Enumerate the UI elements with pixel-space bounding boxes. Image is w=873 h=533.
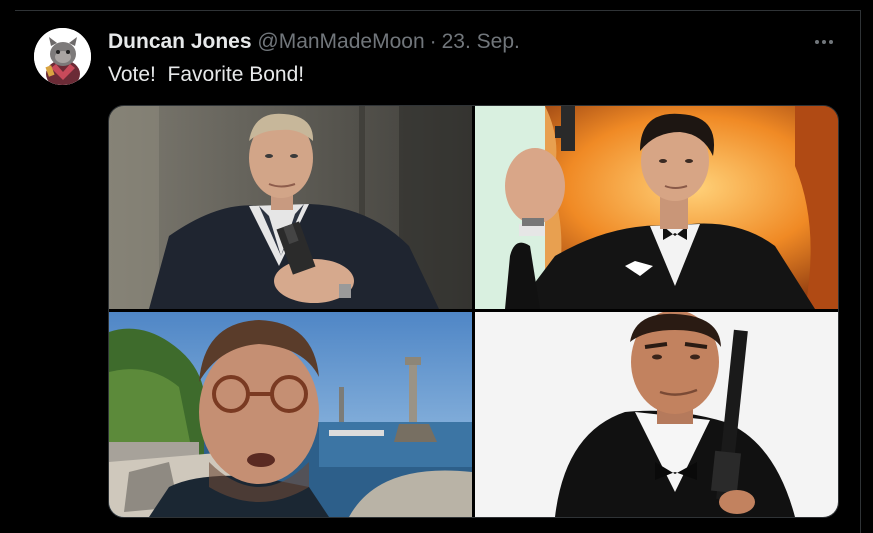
separator-dot: · <box>429 30 437 53</box>
author-name[interactable]: Duncan Jones <box>108 30 252 53</box>
photo-4-image <box>475 312 838 517</box>
more-horizontal-icon <box>815 40 819 44</box>
tweet-header: Duncan Jones @ManMadeMoon · 23. Sep. <box>108 30 520 54</box>
more-horizontal-icon <box>822 40 826 44</box>
media-grid <box>108 105 839 518</box>
media-photo-3[interactable] <box>109 312 472 517</box>
right-divider <box>860 10 861 533</box>
media-photo-4[interactable] <box>475 312 838 517</box>
photo-1-image <box>109 106 472 309</box>
media-photo-1[interactable] <box>109 106 472 309</box>
tweet-date[interactable]: 23. Sep. <box>442 30 520 53</box>
photo-2-image <box>475 106 838 309</box>
author-handle[interactable]: @ManMadeMoon <box>257 30 424 53</box>
avatar-image <box>34 28 91 85</box>
photo-3-image <box>109 312 472 517</box>
tweet-text: Vote! Favorite Bond! <box>108 63 305 86</box>
more-options-button[interactable] <box>808 32 840 52</box>
avatar[interactable] <box>34 28 91 85</box>
more-horizontal-icon <box>829 40 833 44</box>
top-divider <box>15 10 861 11</box>
media-photo-2[interactable] <box>475 106 838 309</box>
